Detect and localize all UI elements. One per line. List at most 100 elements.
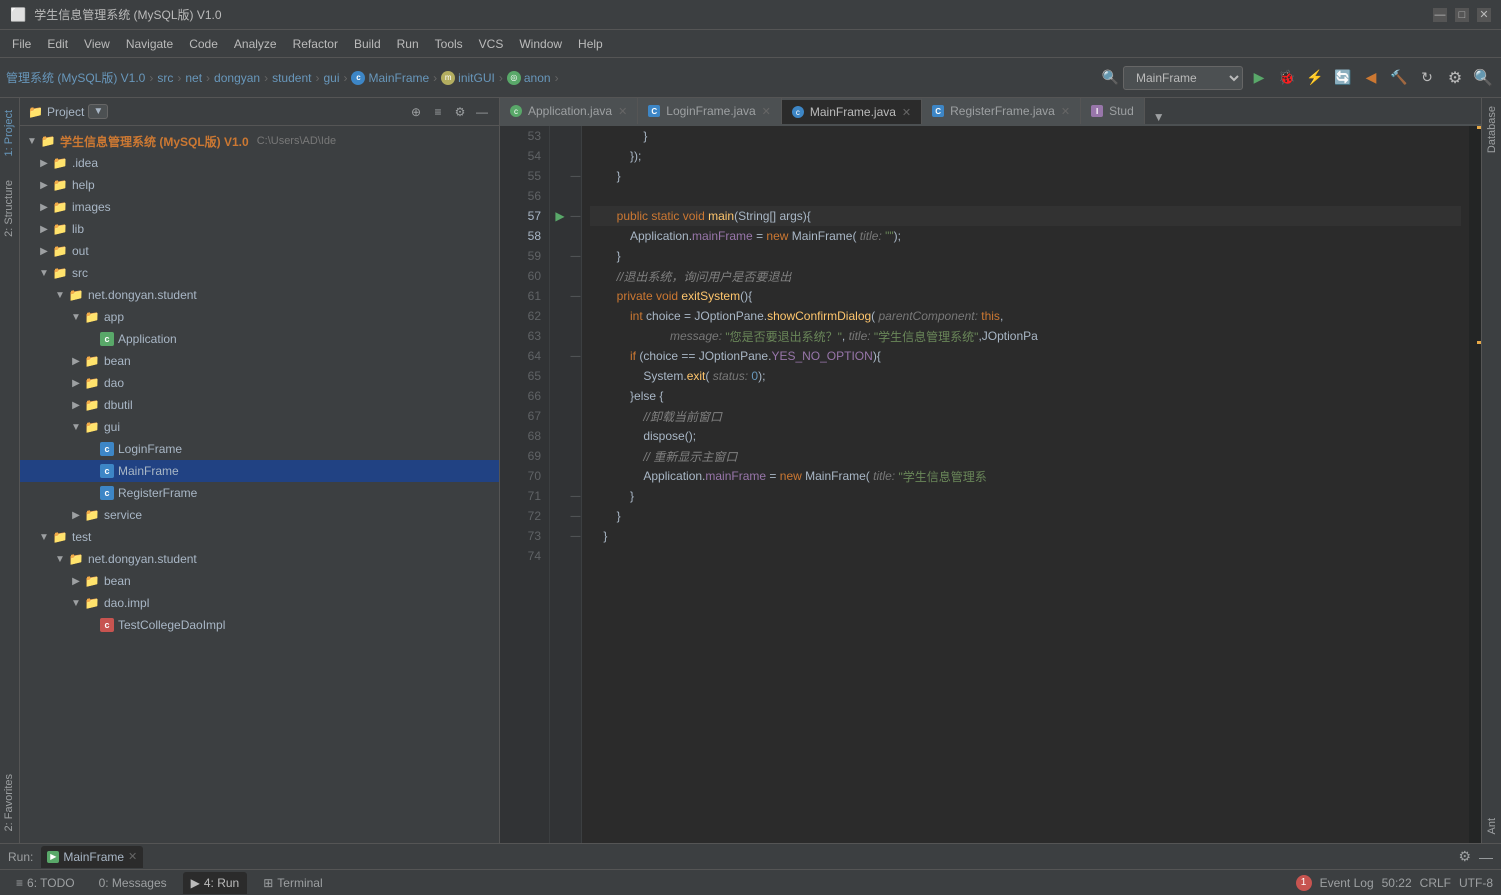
tree-help[interactable]: ▶ 📁 help [20,174,499,196]
menu-help[interactable]: Help [570,33,611,55]
run-tab-bottom[interactable]: ▶ 4: Run [183,872,248,894]
tree-root[interactable]: ▼ 📁 学生信息管理系统 (MySQL版) V1.0 C:\Users\AD\I… [20,130,499,152]
menu-run[interactable]: Run [389,33,427,55]
tab-mainframe[interactable]: c MainFrame.java ✕ [782,98,922,124]
maximize-button[interactable]: □ [1455,8,1469,22]
tree-service[interactable]: ▶ 📁 service [20,504,499,526]
update-button[interactable]: ↻ [1415,66,1439,90]
tab-registerframe-close[interactable]: ✕ [1061,105,1070,118]
search-everywhere-button[interactable]: 🔍 [1471,66,1495,90]
tree-src[interactable]: ▼ 📁 src [20,262,499,284]
tree-mainframe[interactable]: ▶ c MainFrame [20,460,499,482]
settings-gear[interactable]: ⚙ [451,103,469,121]
tab-stud[interactable]: I Stud [1081,98,1145,124]
images-toggle[interactable]: ▶ [36,199,52,215]
todo-tab[interactable]: ≡ 6: TODO [8,872,83,894]
breadcrumb-mainframe[interactable]: MainFrame [368,71,429,85]
test-bean-toggle[interactable]: ▶ [68,573,84,589]
tree-images[interactable]: ▶ 📁 images [20,196,499,218]
menu-tools[interactable]: Tools [427,33,471,55]
breadcrumb-net[interactable]: net [185,71,202,85]
tree-idea[interactable]: ▶ 📁 .idea [20,152,499,174]
breadcrumb-anon[interactable]: anon [524,71,551,85]
favorites-tab-vertical[interactable]: 2: Favorites [0,762,19,843]
dao-toggle[interactable]: ▶ [68,375,84,391]
gui-toggle[interactable]: ▼ [68,419,84,435]
src-toggle[interactable]: ▼ [36,265,52,281]
revert-button[interactable]: ◀ [1359,66,1383,90]
tab-mainframe-close[interactable]: ✕ [902,106,911,119]
tree-loginframe[interactable]: ▶ c LoginFrame [20,438,499,460]
test-toggle[interactable]: ▼ [36,529,52,545]
tab-loginframe[interactable]: C LoginFrame.java ✕ [638,98,782,124]
run-settings-button[interactable]: ⚙ [1458,848,1471,865]
tree-out[interactable]: ▶ 📁 out [20,240,499,262]
profile-button[interactable]: 🔄 [1331,66,1355,90]
lib-toggle[interactable]: ▶ [36,221,52,237]
fold-61[interactable]: — [570,286,581,306]
test-net-toggle[interactable]: ▼ [52,551,68,567]
messages-tab[interactable]: 0: Messages [91,872,175,894]
run-arrow-57[interactable]: ▶ [555,209,564,223]
menu-analyze[interactable]: Analyze [226,33,285,55]
fold-73[interactable]: — [570,526,581,546]
breadcrumb-student[interactable]: student [272,71,311,85]
tab-application[interactable]: c Application.java ✕ [500,98,638,124]
tab-application-close[interactable]: ✕ [618,105,627,118]
run-coverage-button[interactable]: ⚡ [1303,66,1327,90]
fold-71[interactable]: — [570,486,581,506]
debug-button[interactable]: 🐞 [1275,66,1299,90]
event-log-label[interactable]: Event Log [1320,876,1374,890]
dbutil-toggle[interactable]: ▶ [68,397,84,413]
minimize-button[interactable]: — [1433,8,1447,22]
sidebar-minimize[interactable]: — [473,103,491,121]
help-toggle[interactable]: ▶ [36,177,52,193]
gutter-57[interactable]: ▶ [552,206,568,226]
tree-gui[interactable]: ▼ 📁 gui [20,416,499,438]
menu-edit[interactable]: Edit [39,33,76,55]
tree-app[interactable]: ▼ 📁 app [20,306,499,328]
tree-test[interactable]: ▼ 📁 test [20,526,499,548]
fold-55[interactable]: — [570,166,581,186]
database-tab[interactable]: Database [1484,98,1500,161]
net-toggle[interactable]: ▼ [52,287,68,303]
out-toggle[interactable]: ▶ [36,243,52,259]
run-tab-mainframe[interactable]: ▶ MainFrame ✕ [41,846,143,868]
fold-64[interactable]: — [570,346,581,366]
project-tab-vertical[interactable]: 1: Project [0,98,19,168]
tree-registerframe[interactable]: ▶ c RegisterFrame [20,482,499,504]
fold-59[interactable]: — [570,246,581,266]
menu-file[interactable]: File [4,33,39,55]
bean-toggle[interactable]: ▶ [68,353,84,369]
fold-72[interactable]: — [570,506,581,526]
tree-testcollegedaoimpl[interactable]: ▶ c TestCollegeDaoImpl [20,614,499,636]
tab-registerframe[interactable]: C RegisterFrame.java ✕ [922,98,1081,124]
fold-57[interactable]: — [570,206,581,226]
breadcrumb-project[interactable]: 管理系统 (MySQL版) V1.0 [6,69,145,86]
close-button[interactable]: ✕ [1477,8,1491,22]
tab-more[interactable]: ▼ [1145,110,1173,124]
breadcrumb-src[interactable]: src [157,71,173,85]
tree-dao-impl[interactable]: ▼ 📁 dao.impl [20,592,499,614]
tree-dao[interactable]: ▶ 📁 dao [20,372,499,394]
app-toggle[interactable]: ▼ [68,309,84,325]
build-button[interactable]: 🔨 [1387,66,1411,90]
tree-net-dongyan[interactable]: ▼ 📁 net.dongyan.student [20,284,499,306]
run-minimize-button[interactable]: — [1479,849,1493,865]
menu-build[interactable]: Build [346,33,389,55]
menu-code[interactable]: Code [181,33,226,55]
collapse-button[interactable]: ≡ [429,103,447,121]
tree-test-bean[interactable]: ▶ 📁 bean [20,570,499,592]
menu-view[interactable]: View [76,33,118,55]
dao-impl-toggle[interactable]: ▼ [68,595,84,611]
tree-dbutil[interactable]: ▶ 📁 dbutil [20,394,499,416]
breadcrumb-dongyan[interactable]: dongyan [214,71,260,85]
menu-refactor[interactable]: Refactor [285,33,346,55]
tree-root-toggle[interactable]: ▼ [24,133,40,149]
run-config-selector[interactable]: MainFrame [1123,66,1243,90]
breadcrumb-gui[interactable]: gui [323,71,339,85]
structure-tab-vertical[interactable]: 2: Structure [0,168,19,249]
terminal-tab[interactable]: ⊞ Terminal [255,872,330,894]
tree-application[interactable]: ▶ c Application [20,328,499,350]
settings-button[interactable]: ⚙ [1443,66,1467,90]
